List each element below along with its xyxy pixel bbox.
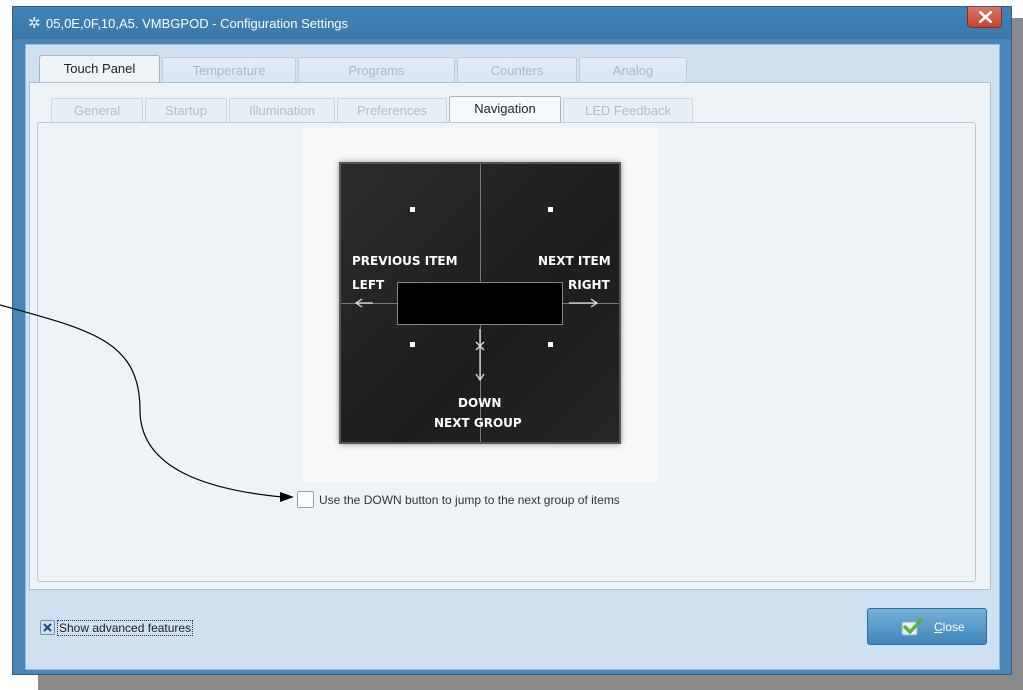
subtab-navigation[interactable]: Navigation	[449, 96, 561, 123]
down-jump-checkbox[interactable]	[297, 491, 314, 508]
touch-panel-illustration: PREVIOUS ITEM LEFT NEXT ITEM RIGHT DOWN …	[339, 162, 621, 444]
down-jump-label[interactable]: Use the DOWN button to jump to the next …	[319, 493, 620, 507]
close-button[interactable]: Close	[867, 608, 987, 645]
tab-label: Programs	[348, 63, 405, 78]
tab-touch-panel[interactable]: Touch Panel	[39, 55, 160, 83]
title-bar[interactable]: ✲ 05,0E,0F,10,A5. VMBGPOD - Configuratio…	[13, 7, 1011, 39]
close-icon	[979, 11, 992, 23]
tab-label: Analog	[612, 63, 654, 78]
arrow-right-icon	[569, 298, 599, 308]
subtab-label: LED Feedback	[585, 103, 671, 118]
checkmark-icon	[901, 618, 923, 636]
arrow-down-icon	[475, 329, 485, 382]
tab-programs[interactable]: Programs	[298, 57, 455, 83]
arrow-left-icon	[354, 298, 373, 308]
gear-icon: ✲	[28, 15, 41, 32]
tab-label: Temperature	[192, 63, 266, 78]
subtab-startup[interactable]: Startup	[145, 98, 227, 123]
close-label-rest: lose	[942, 620, 965, 634]
subtab-illumination[interactable]: Illumination	[229, 98, 335, 123]
subtab-label: General	[73, 103, 121, 118]
tab-label: Counters	[490, 63, 544, 78]
arrow-icons	[354, 298, 599, 382]
subtab-label: Startup	[165, 103, 207, 118]
close-label: Close	[934, 620, 965, 634]
show-advanced-checkbox[interactable]	[40, 620, 55, 635]
check-x-icon	[43, 623, 52, 632]
tab-counters[interactable]: Counters	[457, 57, 577, 83]
subtab-preferences[interactable]: Preferences	[337, 98, 447, 123]
tab-analog[interactable]: Analog	[579, 57, 687, 83]
window-title: 05,0E,0F,10,A5. VMBGPOD - Configuration …	[46, 16, 349, 31]
window-close-button[interactable]	[967, 7, 1002, 28]
tab-label: Touch Panel	[63, 61, 136, 76]
close-mnemonic: C	[934, 620, 943, 634]
subtab-led-feedback[interactable]: LED Feedback	[563, 98, 693, 123]
subtab-label: Illumination	[249, 103, 315, 118]
show-advanced-label[interactable]: Show advanced features	[57, 620, 194, 636]
tab-temperature[interactable]: Temperature	[162, 57, 296, 83]
subtab-label: Navigation	[474, 101, 536, 116]
subtab-general[interactable]: General	[51, 98, 143, 123]
subtab-label: Preferences	[356, 103, 428, 118]
